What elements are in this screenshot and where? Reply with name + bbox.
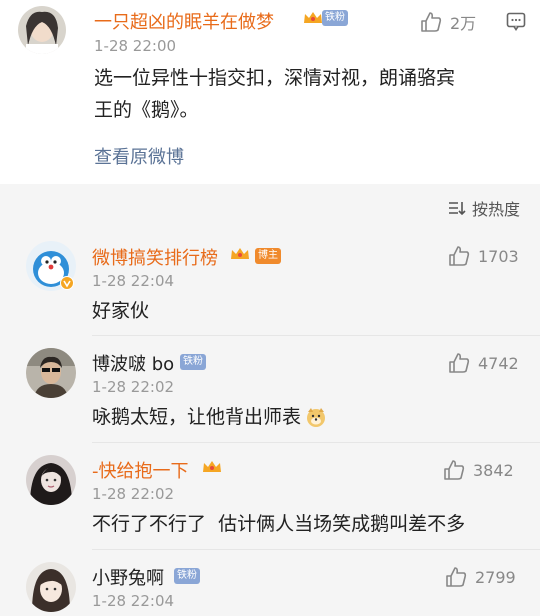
- host-badge: 博主: [255, 248, 281, 264]
- thumbs-up-icon: [449, 353, 470, 373]
- sort-by-hotness[interactable]: 按热度: [448, 196, 520, 220]
- thumbs-up-icon: [444, 460, 465, 480]
- avatar[interactable]: [26, 348, 76, 398]
- comment-time: 1-28 22:04: [92, 272, 175, 290]
- avatar[interactable]: [26, 562, 76, 612]
- comment-icon[interactable]: [506, 11, 526, 31]
- like-button[interactable]: 2万: [420, 10, 476, 34]
- avatar[interactable]: [18, 6, 66, 54]
- sort-label: 按热度: [471, 200, 520, 219]
- comment-author-name[interactable]: 微博搞笑排行榜: [92, 244, 218, 270]
- comment-text-row: 咏鹅太短，让他背出师表: [92, 401, 327, 433]
- thumbs-up-icon: [421, 12, 442, 32]
- like-count: 3842: [473, 460, 514, 480]
- divider: [92, 335, 540, 336]
- fan-badge: 铁粉: [322, 10, 348, 26]
- divider: [92, 549, 540, 550]
- divider: [92, 442, 540, 443]
- post-time: 1-28 22:00: [94, 37, 177, 55]
- like-button[interactable]: 1703: [448, 245, 519, 267]
- like-button[interactable]: 3842: [443, 459, 514, 481]
- comment-time: 1-28 22:04: [92, 592, 175, 610]
- like-count: 1703: [478, 246, 519, 266]
- comment-time: 1-28 22:02: [92, 378, 175, 396]
- crown-icon: [304, 12, 322, 23]
- avatar[interactable]: [26, 455, 76, 505]
- comment-time: 1-28 22:02: [92, 485, 175, 503]
- thumbs-up-icon: [446, 567, 467, 587]
- original-post: 一只超凶的眠羊在做梦 铁粉 2万 1-28 22:00 选一位异性十指交扣，深情…: [0, 0, 540, 184]
- sort-icon: [448, 202, 466, 216]
- comment-text: 好家伙: [92, 300, 150, 322]
- comment-text: 咏鹅太短，让他背出师表: [92, 406, 302, 428]
- doge-emoji-icon: [307, 408, 326, 427]
- comment-author-name[interactable]: 博波啵 bo: [92, 350, 174, 376]
- fan-badge: 铁粉: [174, 568, 200, 584]
- verified-icon: [60, 276, 74, 290]
- post-text-line-2: 王的《鹅》。: [94, 99, 199, 121]
- crown-icon: [203, 461, 221, 472]
- like-button[interactable]: 4742: [448, 352, 519, 374]
- like-button[interactable]: 2799: [445, 566, 516, 588]
- like-count: 4742: [478, 353, 519, 373]
- comment-text: 不行了不行了 估计俩人当场笑成鹅叫差不多: [92, 513, 466, 535]
- like-count: 2万: [450, 14, 477, 33]
- view-original-link[interactable]: 查看原微博: [94, 143, 184, 169]
- comment-author-name[interactable]: 小野兔啊: [92, 564, 164, 590]
- like-count: 2799: [475, 567, 516, 587]
- post-text-line-1: 选一位异性十指交扣，深情对视，朗诵骆宾: [94, 67, 456, 89]
- fan-badge: 铁粉: [180, 354, 206, 370]
- comment-author-name[interactable]: -快给抱一下: [92, 457, 189, 483]
- post-author-name[interactable]: 一只超凶的眠羊在做梦: [94, 8, 274, 34]
- thumbs-up-icon: [449, 246, 470, 266]
- crown-icon: [231, 248, 249, 259]
